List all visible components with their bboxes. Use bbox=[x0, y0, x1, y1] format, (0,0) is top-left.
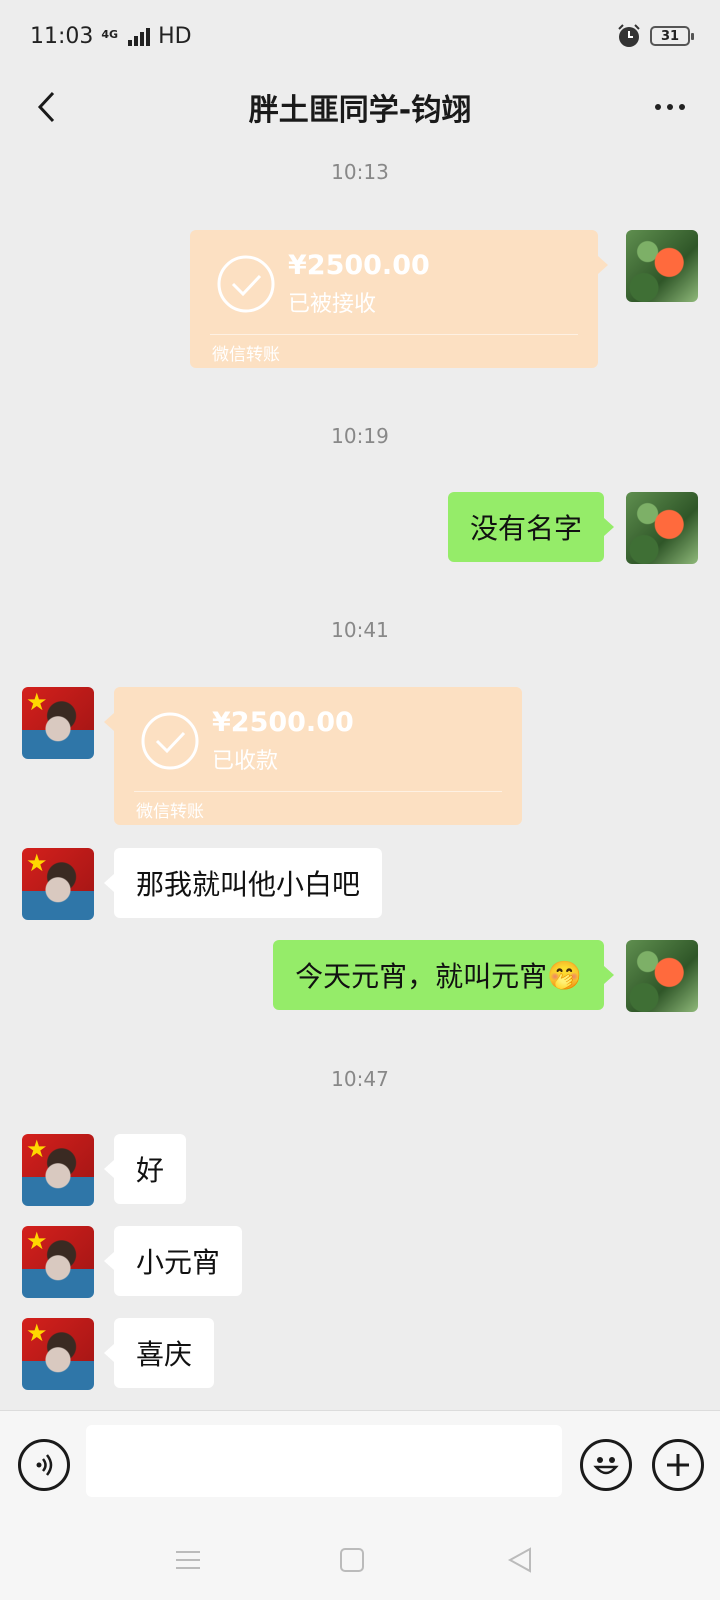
message-bubble-received[interactable]: 好 bbox=[103, 1134, 187, 1204]
plus-icon bbox=[667, 1454, 689, 1476]
transfer-kind: 微信转账 bbox=[136, 802, 204, 822]
message-bubble-received[interactable]: 小元宵 bbox=[103, 1226, 243, 1296]
star-icon: ★ bbox=[26, 849, 48, 877]
menu-nav-button[interactable] bbox=[168, 1540, 208, 1580]
voice-icon bbox=[36, 1454, 53, 1476]
alarm-icon bbox=[618, 24, 640, 47]
message-bubble-sent[interactable]: 今天元宵，就叫元宵 🤭 bbox=[273, 940, 614, 1010]
star-icon: ★ bbox=[26, 688, 48, 716]
contact-avatar[interactable]: ★ bbox=[22, 687, 94, 759]
voice-button[interactable] bbox=[18, 1439, 70, 1491]
more-dots-icon bbox=[655, 104, 661, 110]
message-input[interactable] bbox=[86, 1425, 562, 1497]
message-bubble-sent[interactable]: 没有名字 bbox=[447, 492, 615, 562]
star-icon: ★ bbox=[26, 1319, 48, 1347]
divider bbox=[210, 334, 578, 335]
timestamp: 10:13 bbox=[331, 160, 389, 184]
contact-avatar[interactable]: ★ bbox=[22, 848, 94, 920]
triangle-back-icon bbox=[507, 1547, 531, 1573]
my-avatar[interactable] bbox=[626, 940, 698, 1012]
battery-icon: 31 bbox=[650, 26, 694, 46]
home-nav-button[interactable] bbox=[332, 1540, 372, 1580]
message-bubble-received[interactable]: 那我就叫他小白吧 bbox=[103, 848, 383, 918]
star-icon: ★ bbox=[26, 1227, 48, 1255]
transfer-amount: ¥2500.00 bbox=[212, 707, 354, 738]
emoji-button[interactable] bbox=[580, 1439, 632, 1491]
message-list[interactable]: 10:13 ¥2500.00 已被接收 微信转账 10:19 没有名字 10:4… bbox=[0, 142, 720, 1410]
message-bubble-received[interactable]: 喜庆 bbox=[103, 1318, 215, 1388]
my-avatar[interactable] bbox=[626, 230, 698, 302]
chat-title: 胖土匪同学-钧翊 bbox=[248, 93, 472, 128]
transfer-status: 已收款 bbox=[212, 749, 279, 774]
back-button[interactable] bbox=[22, 82, 72, 132]
timestamp: 10:41 bbox=[331, 618, 389, 642]
back-nav-button[interactable] bbox=[500, 1540, 540, 1580]
transfer-status: 已被接收 bbox=[288, 292, 377, 317]
message-text: 好 bbox=[136, 1154, 165, 1187]
network-type: 4G bbox=[101, 27, 119, 41]
home-icon bbox=[340, 1548, 364, 1572]
input-bar bbox=[0, 1410, 720, 1522]
message-text: 小元宵 bbox=[136, 1246, 221, 1279]
chevron-left-icon bbox=[37, 91, 55, 123]
contact-avatar[interactable]: ★ bbox=[22, 1226, 94, 1298]
chat-header: 胖土匪同学-钧翊 bbox=[0, 72, 720, 142]
transfer-card-received[interactable]: ¥2500.00 已收款 微信转账 bbox=[104, 687, 522, 825]
message-text: 那我就叫他小白吧 bbox=[136, 868, 361, 901]
emoji-icon bbox=[593, 1457, 619, 1475]
menu-icon bbox=[176, 1551, 200, 1569]
system-navigation-bar bbox=[0, 1522, 720, 1600]
star-icon: ★ bbox=[26, 1135, 48, 1163]
contact-avatar[interactable]: ★ bbox=[22, 1134, 94, 1206]
divider bbox=[134, 791, 502, 792]
more-button[interactable] bbox=[642, 82, 698, 132]
contact-avatar[interactable]: ★ bbox=[22, 1318, 94, 1390]
check-circle-icon bbox=[141, 712, 199, 770]
my-avatar[interactable] bbox=[626, 492, 698, 564]
transfer-card-sent[interactable]: ¥2500.00 已被接收 微信转账 bbox=[190, 230, 608, 368]
timestamp: 10:47 bbox=[331, 1067, 389, 1091]
transfer-kind: 微信转账 bbox=[212, 345, 280, 365]
battery-level: 31 bbox=[660, 28, 680, 44]
message-text: 没有名字 bbox=[469, 512, 582, 545]
thinking-face-emoji: 🤭 bbox=[547, 958, 582, 992]
message-text: 喜庆 bbox=[136, 1338, 193, 1371]
status-time: 11:03 bbox=[30, 23, 94, 49]
message-text: 今天元宵，就叫元宵 bbox=[295, 960, 548, 993]
status-bar: 11:03 4G HD 31 bbox=[0, 0, 720, 72]
transfer-amount: ¥2500.00 bbox=[288, 250, 430, 281]
signal-icon bbox=[128, 26, 151, 46]
hd-label: HD bbox=[158, 23, 192, 49]
plus-button[interactable] bbox=[652, 1439, 704, 1491]
timestamp: 10:19 bbox=[331, 424, 389, 448]
check-circle-icon bbox=[217, 255, 275, 313]
